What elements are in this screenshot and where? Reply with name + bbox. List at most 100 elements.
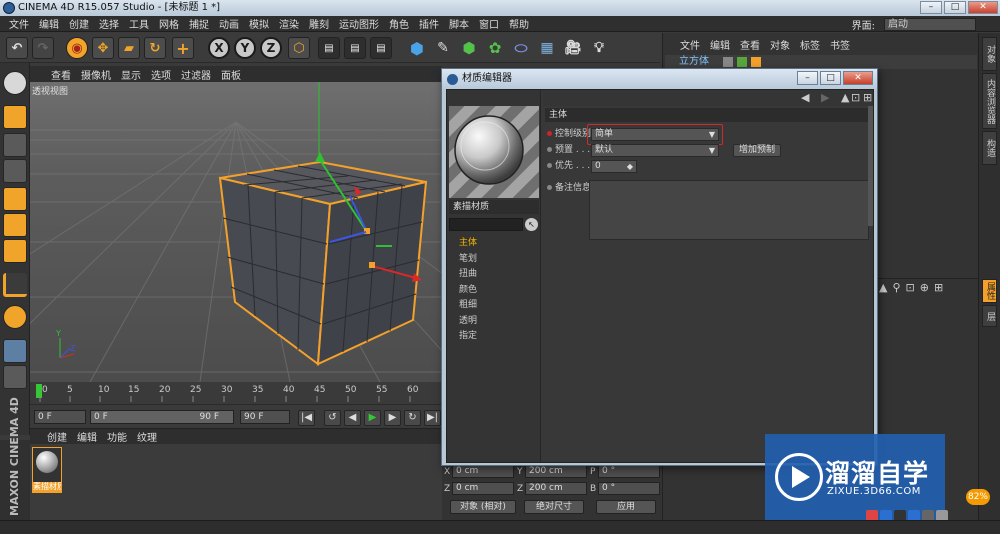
tab-content-browser[interactable]: 内容浏览器 (982, 73, 997, 129)
tab-structure[interactable]: 构造 (982, 131, 997, 165)
render-view-icon[interactable]: ▤ (318, 37, 340, 59)
live-selection-icon[interactable]: ◉ (66, 37, 88, 59)
channel-strokes[interactable]: 笔划 (459, 252, 477, 268)
close-button[interactable]: ✕ (968, 1, 998, 14)
menu-edit[interactable]: 编辑 (34, 16, 64, 31)
light-icon[interactable]: 💡︎ (588, 37, 610, 59)
menu-select[interactable]: 选择 (94, 16, 124, 31)
tab-attributes[interactable]: 属性 (982, 279, 997, 303)
material-swatch[interactable]: 素描材质 (32, 447, 62, 493)
goto-start-icon[interactable]: |◀ (298, 410, 315, 426)
dialog-minimize-button[interactable]: – (797, 71, 818, 85)
channel-thickness[interactable]: 粗细 (459, 298, 477, 314)
coord-pos-z-field[interactable]: 0 cm (452, 482, 514, 495)
viewport-menu-filter[interactable]: 过滤器 (176, 67, 216, 82)
channel-transparency[interactable]: 透明 (459, 314, 477, 330)
material-tag-icon[interactable] (751, 57, 761, 67)
deformer-icon[interactable]: ⬭ (510, 37, 532, 59)
object-menu-file[interactable]: 文件 (675, 37, 705, 52)
menu-sculpt[interactable]: 雕刻 (304, 16, 334, 31)
camera-icon[interactable]: 🎥︎ (562, 37, 584, 59)
enable-check-icon[interactable] (737, 57, 747, 67)
start-frame-field[interactable]: 0 F (34, 410, 86, 424)
lock-workplane-icon[interactable] (3, 339, 27, 363)
object-menu-edit[interactable]: 编辑 (705, 37, 735, 52)
make-editable-icon[interactable] (3, 71, 27, 95)
coord-rot-b-field[interactable]: 0 ° (598, 482, 660, 495)
coord-size-y-field[interactable]: 200 cm (525, 465, 587, 478)
menu-render[interactable]: 渲染 (274, 16, 304, 31)
menu-mograph[interactable]: 运动图形 (334, 16, 384, 31)
axis-mode-icon[interactable] (3, 273, 27, 297)
channel-color[interactable]: 颜色 (459, 283, 477, 299)
material-name-field[interactable] (449, 218, 523, 231)
material-menu-texture[interactable]: 纹理 (132, 429, 162, 444)
move-tool-icon[interactable]: ✥ (92, 37, 114, 59)
nav-up-icon[interactable]: ▲ (879, 281, 887, 294)
dialog-close-button[interactable]: ✕ (843, 71, 873, 85)
new-panel-icon[interactable]: ⊕ (920, 281, 929, 294)
render-picture-viewer-icon[interactable]: ▤ (344, 37, 366, 59)
preview-range-slider[interactable]: 0 F 90 F (90, 410, 234, 424)
preset-dropdown[interactable]: 默认 ▼ (591, 144, 719, 157)
create-object-tool-icon[interactable]: + (172, 37, 194, 59)
menu-create[interactable]: 创建 (64, 16, 94, 31)
menu-help[interactable]: 帮助 (504, 16, 534, 31)
tray-percent-badge[interactable]: 82% (966, 489, 990, 505)
perspective-viewport[interactable]: 透视视图 Y Z (30, 82, 442, 382)
menu-character[interactable]: 角色 (384, 16, 414, 31)
x-axis-lock-icon[interactable]: X (208, 37, 230, 59)
array-icon[interactable]: ✿ (484, 37, 506, 59)
dialog-scrollbar[interactable] (868, 106, 873, 226)
object-menu-bookmarks[interactable]: 书签 (825, 37, 855, 52)
channel-body[interactable]: 主体 (459, 236, 477, 252)
viewport-menu-view[interactable]: 查看 (46, 67, 76, 82)
coord-apply-button[interactable]: 应用 (596, 500, 656, 514)
spline-pen-icon[interactable]: ✎ (432, 37, 454, 59)
menu-mesh[interactable]: 网格 (154, 16, 184, 31)
object-menu-objects[interactable]: 对象 (765, 37, 795, 52)
snapping-icon[interactable] (3, 305, 27, 329)
tab-layers[interactable]: 层 (982, 305, 997, 327)
menu-animate[interactable]: 动画 (214, 16, 244, 31)
animation-dot-icon[interactable] (547, 163, 552, 168)
texture-mode-icon[interactable] (3, 133, 27, 157)
animation-dot-icon[interactable] (547, 185, 552, 190)
channel-assign[interactable]: 指定 (459, 329, 477, 345)
nav-forward-icon[interactable]: ▶ (821, 91, 829, 104)
channel-distortion[interactable]: 扭曲 (459, 267, 477, 283)
nav-up-icon[interactable]: ▲ (841, 91, 849, 104)
next-frame-icon[interactable]: ▶ (384, 410, 401, 426)
cube-primitive-icon[interactable]: ⬢ (406, 37, 428, 59)
render-settings-icon[interactable]: ▤ (370, 37, 392, 59)
tab-objects[interactable]: 对象 (982, 37, 997, 71)
z-axis-lock-icon[interactable]: Z (260, 37, 282, 59)
coord-size-z-field[interactable]: 200 cm (525, 482, 587, 495)
lock-icon[interactable]: ⊡ (851, 91, 860, 104)
menu-snap[interactable]: 捕捉 (184, 16, 214, 31)
viewport-menu-display[interactable]: 显示 (116, 67, 146, 82)
cube-object[interactable] (218, 160, 428, 366)
rotate-tool-icon[interactable]: ↻ (144, 37, 166, 59)
menu-window[interactable]: 窗口 (474, 16, 504, 31)
model-mode-icon[interactable] (3, 105, 27, 129)
coordinate-system-icon[interactable]: ⬡ (288, 37, 310, 59)
menu-tools[interactable]: 工具 (124, 16, 154, 31)
priority-field[interactable]: 0 ◆ (591, 160, 637, 173)
workplane-mode-icon[interactable] (3, 159, 27, 183)
object-menu-view[interactable]: 查看 (735, 37, 765, 52)
expand-icon[interactable]: ⊞ (934, 281, 943, 294)
polygons-mode-icon[interactable] (3, 239, 27, 263)
material-menu-function[interactable]: 功能 (102, 429, 132, 444)
pick-material-icon[interactable]: ↖ (525, 218, 538, 231)
coord-pos-x-field[interactable]: 0 cm (452, 465, 514, 478)
planar-workplane-icon[interactable] (3, 365, 27, 389)
nav-back-icon[interactable]: ◀ (801, 91, 809, 104)
menu-file[interactable]: 文件 (4, 16, 34, 31)
goto-end-icon[interactable]: ▶| (424, 410, 441, 426)
object-menu-tags[interactable]: 标签 (795, 37, 825, 52)
animation-dot-icon[interactable] (547, 131, 552, 136)
coord-size-mode-dropdown[interactable]: 绝对尺寸 (524, 500, 584, 514)
menu-plugins[interactable]: 插件 (414, 16, 444, 31)
subdivision-surface-icon[interactable]: ⬢ (458, 37, 480, 59)
